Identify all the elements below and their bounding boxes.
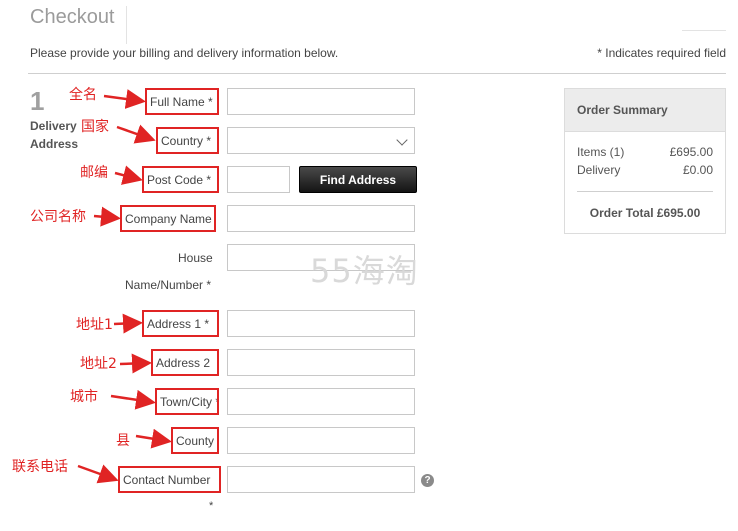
- annotation-arrows: [77, 89, 172, 484]
- arrow-address2: [119, 353, 152, 374]
- delivery-label: Delivery: [577, 163, 621, 177]
- summary-divider: [577, 191, 713, 192]
- summary-items-row: Items (1) £695.00: [577, 145, 713, 159]
- arrow-address1: [113, 313, 143, 334]
- arrow-county: [135, 428, 172, 449]
- arrow-post-code: [114, 165, 143, 185]
- summary-delivery-row: Delivery £0.00: [577, 163, 713, 177]
- items-value: £695.00: [669, 145, 713, 159]
- arrow-contact-number: [77, 464, 119, 484]
- delivery-value: £0.00: [682, 163, 713, 177]
- items-label: Items (1): [577, 145, 625, 159]
- arrow-town-city: [110, 389, 156, 410]
- arrow-full-name: [103, 89, 146, 109]
- order-total: Order Total £695.00: [589, 206, 701, 220]
- arrow-country: [116, 124, 156, 144]
- order-summary-panel: Order Summary Items (1) £695.00 Delivery…: [564, 88, 726, 234]
- arrow-company-name: [93, 206, 121, 227]
- order-summary-title: Order Summary: [565, 89, 725, 132]
